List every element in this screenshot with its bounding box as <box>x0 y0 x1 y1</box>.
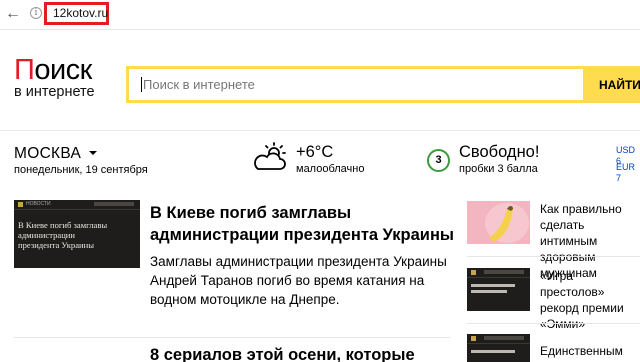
city-selector[interactable]: МОСКВА <box>14 145 81 163</box>
search-button[interactable]: НАЙТИ <box>586 66 640 103</box>
news-lead: Замглавы администрации президента Украин… <box>150 254 447 307</box>
side-news-thumbnail[interactable] <box>467 334 530 362</box>
currency-usd-label: USD <box>616 145 636 155</box>
thumbnail-logo-mark <box>18 202 23 207</box>
logo-wordmark: Поиск <box>14 54 114 86</box>
thumbnail-header <box>467 268 530 278</box>
traffic-status[interactable]: Свободно! <box>459 143 539 162</box>
traffic-score-badge[interactable]: 3 <box>427 149 450 172</box>
chevron-down-icon[interactable] <box>89 151 97 155</box>
news-headline[interactable]: В Киеве погиб замглавы администрации пре… <box>150 202 460 246</box>
divider <box>14 337 450 338</box>
thumbnail-header <box>467 334 530 344</box>
search-box <box>126 66 586 103</box>
search-input[interactable] <box>129 69 583 100</box>
current-date: понедельник, 19 сентября <box>14 164 148 176</box>
currency-eur[interactable]: EUR 7 <box>616 162 640 184</box>
browser-address-bar: ← i 12kotov.ru <box>0 0 640 30</box>
traffic-subtitle: пробки 3 балла <box>459 163 538 175</box>
thumbnail-text-line <box>471 350 515 353</box>
thumbnail-title: В Киеве погиб замглавы администрации пре… <box>18 220 108 250</box>
thumbnail-text-line <box>471 284 515 287</box>
side-news-thumbnail[interactable] <box>467 201 530 244</box>
thumbnail-text-line <box>471 290 507 293</box>
weather-condition: малооблачно <box>296 163 365 175</box>
text-caret <box>141 77 142 92</box>
thumbnail-section-label: НОВОСТИ <box>26 201 51 207</box>
side-news-headline[interactable]: Единственным <box>540 343 640 359</box>
divider <box>467 256 640 257</box>
logo[interactable]: Поиск в интернете <box>14 56 114 104</box>
logo-rest: оиск <box>34 54 92 86</box>
divider <box>467 323 640 324</box>
banana-image <box>485 203 529 243</box>
thumbnail-header-bar <box>484 270 524 274</box>
page: ← i 12kotov.ru Поиск в интернете НАЙТИ М… <box>0 0 640 362</box>
thumbnail-logo-mark <box>471 270 476 275</box>
currency-eur-label: EUR <box>616 162 636 172</box>
thumbnail-header: НОВОСТИ <box>14 200 140 210</box>
logo-first-letter: П <box>14 54 35 86</box>
thumbnail-header-bar <box>94 202 134 206</box>
thumbnail-header-bar <box>484 336 524 340</box>
info-icon[interactable]: i <box>30 7 42 19</box>
side-news-thumbnail[interactable] <box>467 268 530 311</box>
sun-cloud-icon[interactable] <box>252 142 290 174</box>
back-arrow-icon[interactable]: ← <box>4 5 22 23</box>
temperature[interactable]: +6°C <box>296 143 333 162</box>
logo-subtitle: в интернете <box>14 84 95 100</box>
currency-eur-value: 7 <box>616 173 622 183</box>
divider <box>0 130 640 131</box>
thumbnail-logo-mark <box>471 336 476 341</box>
url-field[interactable]: 12kotov.ru <box>44 2 109 25</box>
news-headline[interactable]: 8 сериалов этой осени, которые <box>150 344 460 362</box>
news-thumbnail[interactable]: НОВОСТИ В Киеве погиб замглавы администр… <box>14 200 140 268</box>
